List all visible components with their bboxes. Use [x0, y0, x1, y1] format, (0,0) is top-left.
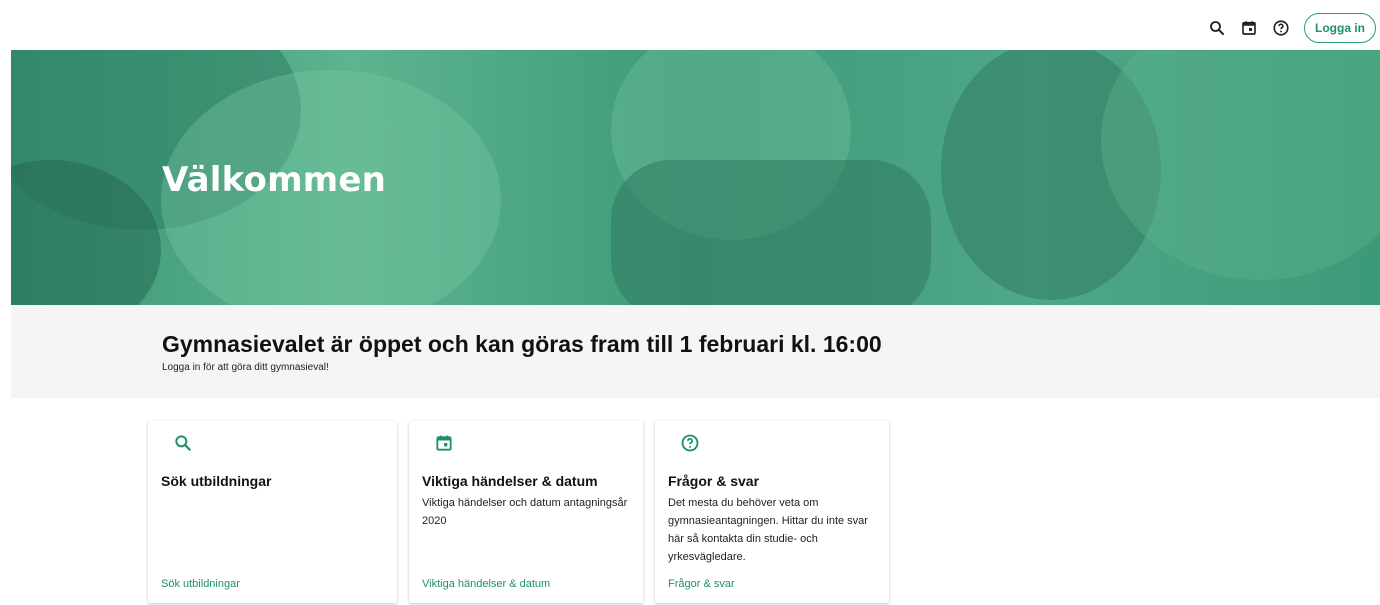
search-button[interactable]: [1204, 15, 1230, 41]
calendar-icon: [1242, 21, 1256, 35]
header-actions: Logga in: [1204, 13, 1376, 43]
top-bar: Logga in: [0, 0, 1380, 50]
help-circle-icon: [681, 434, 699, 452]
help-button[interactable]: [1268, 15, 1294, 41]
hero-banner: Välkommen: [11, 50, 1380, 305]
calendar-button[interactable]: [1236, 15, 1262, 41]
card-link[interactable]: Viktiga händelser & datum: [422, 578, 550, 590]
card-description: Det mesta du behöver veta om gymnasieant…: [668, 497, 868, 563]
card-title: Frågor & svar: [668, 473, 760, 489]
calendar-icon: [436, 435, 452, 451]
notice-title: Gymnasievalet är öppet och kan göras fra…: [162, 331, 882, 357]
card-title: Sök utbildningar: [161, 473, 272, 489]
card-description: Viktiga händelser och datum antagningsår…: [422, 497, 628, 527]
login-button[interactable]: Logga in: [1304, 13, 1376, 43]
notice-section: Gymnasievalet är öppet och kan göras fra…: [11, 305, 1380, 398]
card-search-programs[interactable]: Sök utbildningar Sök utbildningar: [148, 421, 397, 603]
hero-title: Välkommen: [162, 160, 387, 200]
notice-subtitle: Logga in för att göra ditt gymnasieval!: [162, 362, 329, 373]
card-list: Sök utbildningar Sök utbildningar Viktig…: [148, 421, 901, 603]
card-title: Viktiga händelser & datum: [422, 473, 598, 489]
search-icon: [175, 435, 191, 451]
card-important-dates[interactable]: Viktiga händelser & datum Viktiga händel…: [409, 421, 643, 603]
card-link[interactable]: Sök utbildningar: [161, 578, 240, 590]
help-circle-icon: [1273, 20, 1289, 36]
card-faq[interactable]: Frågor & svar Det mesta du behöver veta …: [655, 421, 889, 603]
card-link[interactable]: Frågor & svar: [668, 578, 735, 590]
search-icon: [1210, 21, 1224, 35]
